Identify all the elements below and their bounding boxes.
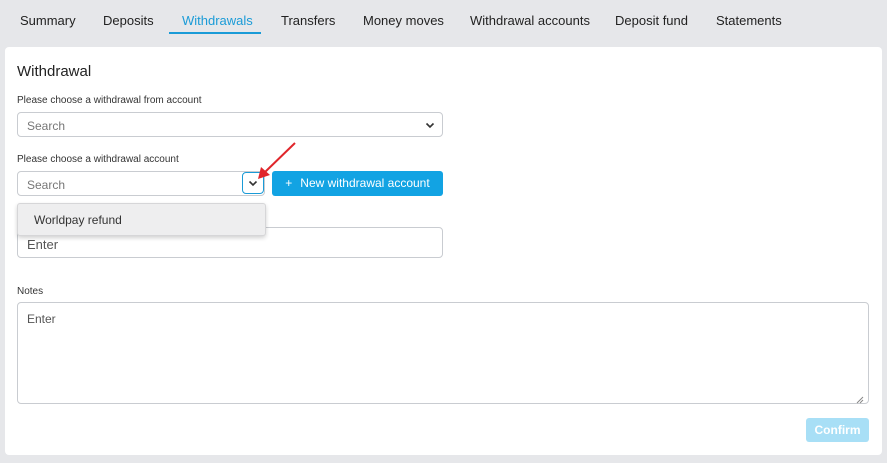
tab-withdrawal-accounts[interactable]: Withdrawal accounts [470,0,590,34]
new-withdrawal-account-label: New withdrawal account [300,176,430,190]
red-arrow-icon [258,142,296,179]
notes-textarea[interactable]: Enter [17,302,869,404]
from-account-select[interactable]: Search [17,112,443,137]
from-account-placeholder: Search [27,119,66,133]
tab-deposit-fund[interactable]: Deposit fund [615,0,688,34]
chevron-down-icon[interactable] [421,116,439,134]
tab-withdrawals[interactable]: Withdrawals [182,0,253,34]
from-account-label: Please choose a withdrawal from account [17,95,202,106]
amount-placeholder: Enter [27,237,59,252]
form-title: Withdrawal [17,63,92,80]
tab-money-moves[interactable]: Money moves [363,0,444,34]
confirm-button[interactable]: Confirm [806,418,869,442]
tab-deposits[interactable]: Deposits [103,0,154,34]
tab-bar: Summary Deposits Withdrawals Transfers M… [0,0,887,42]
tab-transfers[interactable]: Transfers [281,0,335,34]
tab-summary[interactable]: Summary [20,0,76,34]
withdrawal-account-dropdown: Worldpay refund [17,203,266,236]
resize-handle-icon[interactable] [856,391,864,404]
withdrawal-account-placeholder: Search [27,178,66,192]
dropdown-option-worldpay-refund[interactable]: Worldpay refund [34,213,122,227]
notes-placeholder: Enter [27,312,56,326]
withdrawal-form-card: Withdrawal Please choose a withdrawal fr… [5,47,882,455]
withdrawal-account-select[interactable]: Search [17,171,265,196]
active-tab-indicator [169,32,261,34]
tab-statements[interactable]: Statements [716,0,782,34]
notes-label: Notes [17,286,44,297]
withdrawal-account-label: Please choose a withdrawal account [17,154,179,165]
